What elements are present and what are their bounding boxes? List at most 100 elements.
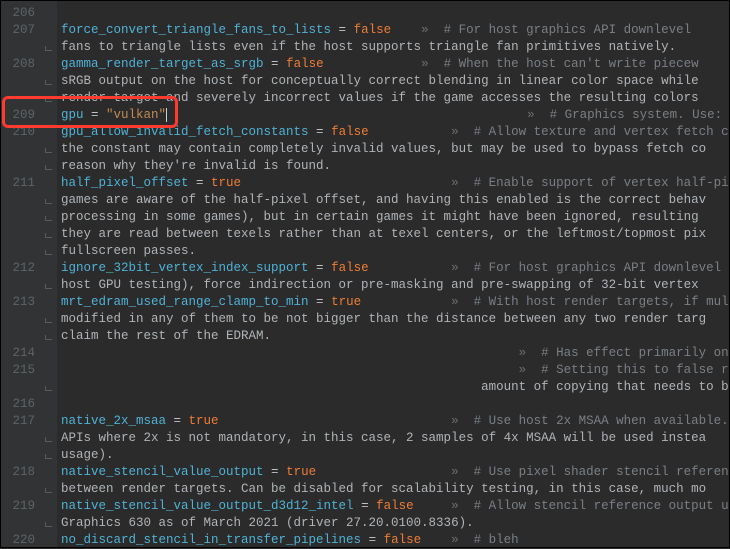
wrap-indicator [43, 73, 57, 90]
code-line[interactable]: reason why they're invalid is found. [61, 158, 729, 175]
code-line[interactable]: host GPU testing), force indirection or … [61, 277, 729, 294]
comment-marker: » [527, 108, 550, 122]
config-value: false [354, 23, 392, 37]
code-line[interactable]: usage). [61, 447, 729, 464]
config-key: half_pixel_offset [61, 176, 189, 190]
config-key: gpu_allow_invalid_fetch_constants [61, 125, 309, 139]
code-line[interactable]: mrt_edram_used_range_clamp_to_min = true… [61, 294, 729, 311]
comment-marker: » [451, 499, 474, 513]
gutter-blank [43, 175, 57, 192]
code-line[interactable]: fans to triangle lists even if the host … [61, 39, 729, 56]
comment-marker: » [519, 363, 542, 377]
config-key: gpu [61, 108, 84, 122]
config-value: true [189, 414, 219, 428]
comment-text: # For host graphics API downlevel [474, 261, 729, 275]
config-value: false [286, 57, 324, 71]
wrap-indicator [43, 158, 57, 175]
code-line[interactable]: native_stencil_value_output_d3d12_intel … [61, 498, 729, 515]
wrap-indicator [43, 379, 57, 396]
gutter-blank [43, 56, 57, 73]
line-number: 216 [5, 396, 35, 413]
line-number [5, 226, 35, 243]
line-number [5, 430, 35, 447]
wrap-indicator [43, 515, 57, 532]
config-key: no_discard_stencil_in_transfer_pipelines [61, 533, 361, 547]
code-line[interactable]: processing in some games), but in certai… [61, 209, 729, 226]
code-line[interactable]: native_2x_msaa = true » # Use host 2x MS… [61, 413, 729, 430]
code-line[interactable]: APIs where 2x is not mandatory, in this … [61, 430, 729, 447]
wrap-indicator [43, 243, 57, 260]
gutter-blank [43, 362, 57, 379]
comment-text: # Allow texture and vertex fetch c [474, 125, 729, 139]
wrap-indicator [43, 481, 57, 498]
config-key: ignore_32bit_vertex_index_support [61, 261, 309, 275]
code-line[interactable]: no_discard_stencil_in_transfer_pipelines… [61, 532, 729, 547]
comment-marker: » [451, 533, 474, 547]
code-line[interactable]: fullscreen passes. [61, 243, 729, 260]
code-line[interactable]: native_stencil_value_output = true » # U… [61, 464, 729, 481]
code-line[interactable]: gamma_render_target_as_srgb = false » # … [61, 56, 729, 73]
line-number: 219 [5, 498, 35, 515]
wrap-indicator [43, 39, 57, 56]
code-editor[interactable]: 2062072082092102112122132142152162172182… [0, 0, 730, 548]
code-line[interactable]: » # Has effect primarily on draws wi [61, 345, 729, 362]
code-line[interactable]: between render targets. Can be disabled … [61, 481, 729, 498]
line-number [5, 311, 35, 328]
gutter-blank [43, 345, 57, 362]
comment-text: # Use pixel shader stencil referen [474, 465, 729, 479]
code-line[interactable]: gpu = "vulkan" » # Graphics system. Use:… [61, 107, 729, 124]
wrap-indicator [43, 430, 57, 447]
comment-marker: » [451, 414, 474, 428]
line-number: 220 [5, 532, 35, 549]
code-line[interactable]: the constant may contain completely inva… [61, 141, 729, 158]
config-key: native_stencil_value_output_d3d12_intel [61, 499, 354, 513]
line-number [5, 90, 35, 107]
wrap-indicator [43, 277, 57, 294]
wrap-indicator [43, 141, 57, 158]
code-line[interactable]: gpu_allow_invalid_fetch_constants = fals… [61, 124, 729, 141]
wrap-indicator [43, 311, 57, 328]
comment-text: # When the host can't write piecew [444, 57, 699, 71]
line-number [5, 515, 35, 532]
code-line[interactable]: games are aware of the half-pixel offset… [61, 192, 729, 209]
line-number: 206 [5, 5, 35, 22]
line-number: 207 [5, 22, 35, 39]
code-line[interactable]: force_convert_triangle_fans_to_lists = f… [61, 22, 729, 39]
line-number: 218 [5, 464, 35, 481]
code-line[interactable]: sRGB output on the host for conceptually… [61, 73, 729, 90]
gutter-blank [43, 532, 57, 549]
gutter-blank [43, 107, 57, 124]
gutter-blank [43, 5, 57, 22]
code-line[interactable]: render target and severely incorrect val… [61, 90, 729, 107]
code-line[interactable]: half_pixel_offset = true » # Enable supp… [61, 175, 729, 192]
comment-text: # Allow stencil reference output u [474, 499, 729, 513]
line-number: 214 [5, 345, 35, 362]
config-value: false [331, 261, 369, 275]
wrap-indicator [43, 226, 57, 243]
config-key: force_convert_triangle_fans_to_lists [61, 23, 331, 37]
config-value: false [331, 125, 369, 139]
code-line[interactable]: Graphics 630 as of March 2021 (driver 27… [61, 515, 729, 532]
code-line[interactable]: claim the rest of the EDRAM. [61, 328, 729, 345]
gutter-blank [43, 294, 57, 311]
config-value: false [376, 499, 414, 513]
line-number [5, 447, 35, 464]
code-line[interactable]: they are read between texels rather than… [61, 226, 729, 243]
code-line[interactable]: » # Setting this to false results in [61, 362, 729, 379]
comment-text: # Graphics system. Use: [any, [550, 108, 729, 122]
wrap-indicator [43, 328, 57, 345]
line-number: 217 [5, 413, 35, 430]
code-line[interactable]: modified in any of them to be not bigger… [61, 311, 729, 328]
config-key: native_2x_msaa [61, 414, 166, 428]
code-line[interactable] [61, 5, 729, 22]
comment-marker: » [451, 465, 474, 479]
line-number [5, 141, 35, 158]
code-line[interactable]: ignore_32bit_vertex_index_support = fals… [61, 260, 729, 277]
code-area[interactable]: force_convert_triangle_fans_to_lists = f… [57, 1, 729, 547]
code-line[interactable]: amount of copying that needs to be [61, 379, 729, 396]
comment-marker: » [451, 261, 474, 275]
code-line[interactable] [61, 396, 729, 413]
line-number [5, 192, 35, 209]
comment-text: # Use host 2x MSAA when available. [474, 414, 729, 428]
gutter-blank [43, 396, 57, 413]
